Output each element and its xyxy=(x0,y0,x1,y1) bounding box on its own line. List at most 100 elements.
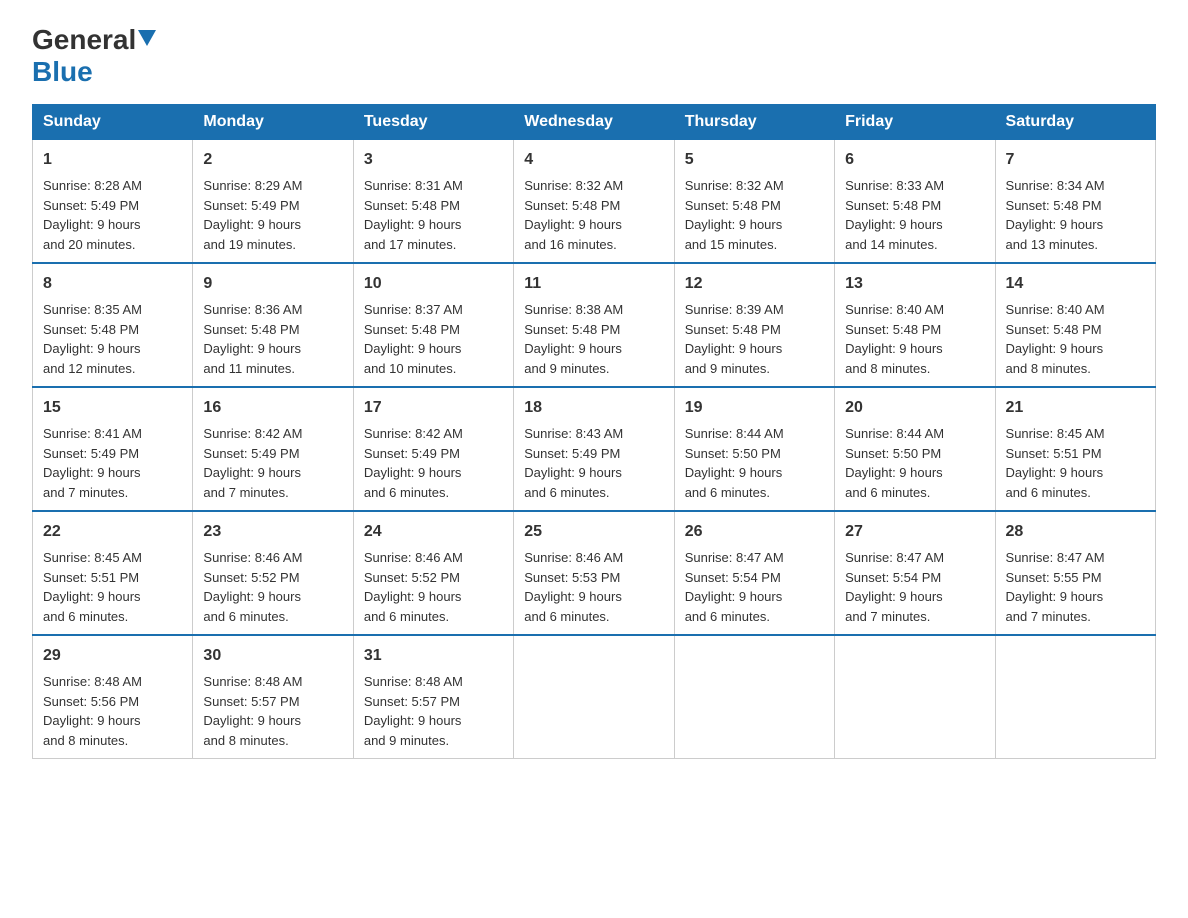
day-number: 23 xyxy=(203,520,342,544)
logo-blue: Blue xyxy=(32,56,93,87)
day-info: Sunrise: 8:35 AMSunset: 5:48 PMDaylight:… xyxy=(43,300,182,378)
day-number: 2 xyxy=(203,148,342,172)
day-info: Sunrise: 8:38 AMSunset: 5:48 PMDaylight:… xyxy=(524,300,663,378)
calendar-day-cell: 19 Sunrise: 8:44 AMSunset: 5:50 PMDayligh… xyxy=(674,387,834,511)
day-number: 31 xyxy=(364,644,503,668)
weekday-header-wednesday: Wednesday xyxy=(514,105,674,140)
calendar-week-row: 8 Sunrise: 8:35 AMSunset: 5:48 PMDaylight… xyxy=(33,263,1156,387)
calendar-day-cell: 28 Sunrise: 8:47 AMSunset: 5:55 PMDayligh… xyxy=(995,511,1155,635)
day-number: 15 xyxy=(43,396,182,420)
weekday-header-sunday: Sunday xyxy=(33,105,193,140)
day-number: 18 xyxy=(524,396,663,420)
day-number: 5 xyxy=(685,148,824,172)
calendar-day-cell: 9 Sunrise: 8:36 AMSunset: 5:48 PMDaylight… xyxy=(193,263,353,387)
day-number: 25 xyxy=(524,520,663,544)
day-number: 29 xyxy=(43,644,182,668)
day-number: 28 xyxy=(1006,520,1145,544)
calendar-day-cell: 14Sunrise: 8:40 AMSunset: 5:48 PMDayligh… xyxy=(995,263,1155,387)
day-info: Sunrise: 8:36 AMSunset: 5:48 PMDaylight:… xyxy=(203,300,342,378)
calendar-table: SundayMondayTuesdayWednesdayThursdayFrid… xyxy=(32,104,1156,759)
day-info: Sunrise: 8:44 AMSunset: 5:50 PMDaylight:… xyxy=(845,424,984,502)
calendar-day-cell: 31 Sunrise: 8:48 AMSunset: 5:57 PMDayligh… xyxy=(353,635,513,759)
calendar-week-row: 1 Sunrise: 8:28 AMSunset: 5:49 PMDaylight… xyxy=(33,140,1156,264)
calendar-day-cell: 23 Sunrise: 8:46 AMSunset: 5:52 PMDayligh… xyxy=(193,511,353,635)
day-info: Sunrise: 8:45 AMSunset: 5:51 PMDaylight:… xyxy=(1006,424,1145,502)
day-number: 24 xyxy=(364,520,503,544)
day-info: Sunrise: 8:29 AMSunset: 5:49 PMDaylight:… xyxy=(203,176,342,254)
day-info: Sunrise: 8:40 AMSunset: 5:48 PMDaylight:… xyxy=(1006,300,1145,378)
logo-general: General xyxy=(32,24,136,56)
day-number: 12 xyxy=(685,272,824,296)
day-info: Sunrise: 8:48 AMSunset: 5:57 PMDaylight:… xyxy=(364,672,503,750)
day-number: 13 xyxy=(845,272,984,296)
day-info: Sunrise: 8:28 AMSunset: 5:49 PMDaylight:… xyxy=(43,176,182,254)
calendar-day-cell: 25 Sunrise: 8:46 AMSunset: 5:53 PMDayligh… xyxy=(514,511,674,635)
day-number: 8 xyxy=(43,272,182,296)
day-number: 11 xyxy=(524,272,663,296)
calendar-day-cell: 10 Sunrise: 8:37 AMSunset: 5:48 PMDayligh… xyxy=(353,263,513,387)
calendar-day-cell: 4 Sunrise: 8:32 AMSunset: 5:48 PMDaylight… xyxy=(514,140,674,264)
calendar-day-cell: 26 Sunrise: 8:47 AMSunset: 5:54 PMDayligh… xyxy=(674,511,834,635)
calendar-week-row: 29 Sunrise: 8:48 AMSunset: 5:56 PMDayligh… xyxy=(33,635,1156,759)
calendar-day-cell: 16 Sunrise: 8:42 AMSunset: 5:49 PMDayligh… xyxy=(193,387,353,511)
day-number: 10 xyxy=(364,272,503,296)
day-number: 27 xyxy=(845,520,984,544)
day-info: Sunrise: 8:46 AMSunset: 5:52 PMDaylight:… xyxy=(364,548,503,626)
day-info: Sunrise: 8:46 AMSunset: 5:53 PMDaylight:… xyxy=(524,548,663,626)
day-info: Sunrise: 8:37 AMSunset: 5:48 PMDaylight:… xyxy=(364,300,503,378)
weekday-header-row: SundayMondayTuesdayWednesdayThursdayFrid… xyxy=(33,105,1156,140)
day-info: Sunrise: 8:43 AMSunset: 5:49 PMDaylight:… xyxy=(524,424,663,502)
calendar-day-cell: 17Sunrise: 8:42 AMSunset: 5:49 PMDayligh… xyxy=(353,387,513,511)
calendar-day-cell: 3Sunrise: 8:31 AMSunset: 5:48 PMDaylight… xyxy=(353,140,513,264)
day-info: Sunrise: 8:32 AMSunset: 5:48 PMDaylight:… xyxy=(524,176,663,254)
day-number: 9 xyxy=(203,272,342,296)
day-number: 16 xyxy=(203,396,342,420)
logo-arrow-icon xyxy=(138,30,156,51)
weekday-header-friday: Friday xyxy=(835,105,995,140)
day-info: Sunrise: 8:48 AMSunset: 5:57 PMDaylight:… xyxy=(203,672,342,750)
day-number: 1 xyxy=(43,148,182,172)
day-number: 22 xyxy=(43,520,182,544)
calendar-day-cell: 18 Sunrise: 8:43 AMSunset: 5:49 PMDayligh… xyxy=(514,387,674,511)
weekday-header-saturday: Saturday xyxy=(995,105,1155,140)
calendar-day-cell: 12Sunrise: 8:39 AMSunset: 5:48 PMDayligh… xyxy=(674,263,834,387)
day-number: 21 xyxy=(1006,396,1145,420)
day-info: Sunrise: 8:33 AMSunset: 5:48 PMDaylight:… xyxy=(845,176,984,254)
day-number: 4 xyxy=(524,148,663,172)
calendar-day-cell: 2 Sunrise: 8:29 AMSunset: 5:49 PMDaylight… xyxy=(193,140,353,264)
day-number: 6 xyxy=(845,148,984,172)
calendar-day-cell xyxy=(995,635,1155,759)
day-number: 17 xyxy=(364,396,503,420)
day-info: Sunrise: 8:32 AMSunset: 5:48 PMDaylight:… xyxy=(685,176,824,254)
day-info: Sunrise: 8:47 AMSunset: 5:55 PMDaylight:… xyxy=(1006,548,1145,626)
calendar-day-cell: 13Sunrise: 8:40 AMSunset: 5:48 PMDayligh… xyxy=(835,263,995,387)
day-info: Sunrise: 8:48 AMSunset: 5:56 PMDaylight:… xyxy=(43,672,182,750)
day-number: 19 xyxy=(685,396,824,420)
calendar-day-cell: 5 Sunrise: 8:32 AMSunset: 5:48 PMDaylight… xyxy=(674,140,834,264)
calendar-day-cell xyxy=(674,635,834,759)
day-info: Sunrise: 8:45 AMSunset: 5:51 PMDaylight:… xyxy=(43,548,182,626)
day-info: Sunrise: 8:46 AMSunset: 5:52 PMDaylight:… xyxy=(203,548,342,626)
calendar-day-cell: 30Sunrise: 8:48 AMSunset: 5:57 PMDayligh… xyxy=(193,635,353,759)
day-number: 7 xyxy=(1006,148,1145,172)
day-info: Sunrise: 8:47 AMSunset: 5:54 PMDaylight:… xyxy=(685,548,824,626)
calendar-day-cell: 21 Sunrise: 8:45 AMSunset: 5:51 PMDayligh… xyxy=(995,387,1155,511)
day-number: 3 xyxy=(364,148,503,172)
day-info: Sunrise: 8:42 AMSunset: 5:49 PMDaylight:… xyxy=(203,424,342,502)
day-number: 26 xyxy=(685,520,824,544)
calendar-day-cell xyxy=(835,635,995,759)
weekday-header-tuesday: Tuesday xyxy=(353,105,513,140)
day-info: Sunrise: 8:41 AMSunset: 5:49 PMDaylight:… xyxy=(43,424,182,502)
calendar-day-cell: 8 Sunrise: 8:35 AMSunset: 5:48 PMDaylight… xyxy=(33,263,193,387)
calendar-day-cell: 20 Sunrise: 8:44 AMSunset: 5:50 PMDayligh… xyxy=(835,387,995,511)
weekday-header-monday: Monday xyxy=(193,105,353,140)
page-header: General Blue xyxy=(32,24,1156,88)
calendar-day-cell xyxy=(514,635,674,759)
calendar-day-cell: 11 Sunrise: 8:38 AMSunset: 5:48 PMDayligh… xyxy=(514,263,674,387)
calendar-week-row: 15 Sunrise: 8:41 AMSunset: 5:49 PMDayligh… xyxy=(33,387,1156,511)
calendar-day-cell: 29 Sunrise: 8:48 AMSunset: 5:56 PMDayligh… xyxy=(33,635,193,759)
day-info: Sunrise: 8:34 AMSunset: 5:48 PMDaylight:… xyxy=(1006,176,1145,254)
day-info: Sunrise: 8:44 AMSunset: 5:50 PMDaylight:… xyxy=(685,424,824,502)
calendar-day-cell: 6 Sunrise: 8:33 AMSunset: 5:48 PMDaylight… xyxy=(835,140,995,264)
day-number: 20 xyxy=(845,396,984,420)
